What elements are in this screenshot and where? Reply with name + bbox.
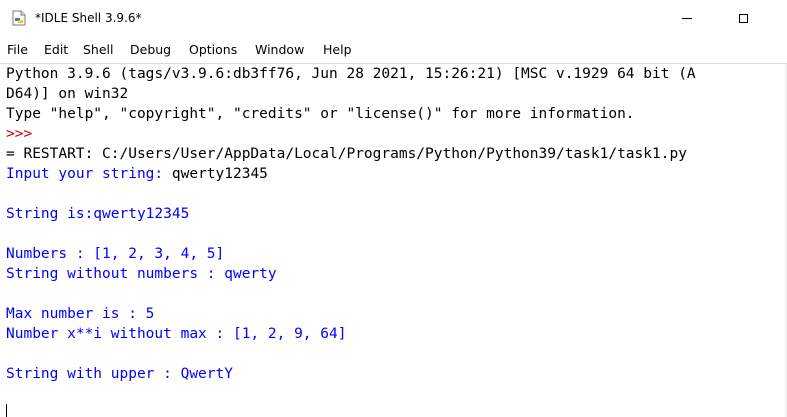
- output-line: String without numbers : qwerty: [6, 266, 277, 282]
- text-cursor: [6, 404, 7, 417]
- banner-line: D64)] on win32: [6, 86, 129, 102]
- menu-file[interactable]: File: [7, 41, 28, 59]
- maximize-button[interactable]: [720, 0, 766, 36]
- shell-prompt: >>>: [6, 126, 33, 142]
- banner-line: Python 3.9.6 (tags/v3.9.6:db3ff76, Jun 2…: [6, 66, 696, 82]
- output-line: String is:qwerty12345: [6, 206, 190, 222]
- maximize-icon: [738, 13, 748, 23]
- menu-window[interactable]: Window: [255, 41, 304, 59]
- menu-options[interactable]: Options: [189, 41, 237, 59]
- output-line: String with upper : QwertY: [6, 366, 233, 382]
- idle-python-feather-icon: [12, 10, 26, 26]
- shell-text-area[interactable]: Python 3.9.6 (tags/v3.9.6:db3ff76, Jun 2…: [0, 63, 787, 417]
- minimize-icon: [682, 18, 692, 19]
- output-line: Numbers : [1, 2, 3, 4, 5]: [6, 246, 225, 262]
- minimize-button[interactable]: [664, 0, 710, 36]
- menu-bar: File Edit Shell Debug Options Window Hel…: [0, 38, 787, 62]
- input-line: Input your string: qwerty12345: [6, 164, 268, 184]
- input-value: qwerty12345: [171, 166, 268, 182]
- menu-shell[interactable]: Shell: [83, 41, 114, 59]
- input-prompt: Input your string:: [6, 166, 172, 182]
- banner-line: Type "help", "copyright", "credits" or "…: [6, 106, 635, 122]
- output-line: Max number is : 5: [6, 306, 155, 322]
- menu-edit[interactable]: Edit: [44, 41, 68, 59]
- window-title: *IDLE Shell 3.9.6*: [35, 11, 142, 25]
- restart-line: = RESTART: C:/Users/User/AppData/Local/P…: [6, 146, 687, 162]
- menu-help[interactable]: Help: [323, 41, 352, 59]
- output-line: Number x**i without max : [1, 2, 9, 64]: [6, 326, 347, 342]
- menu-debug[interactable]: Debug: [130, 41, 171, 59]
- title-bar[interactable]: *IDLE Shell 3.9.6*: [0, 0, 787, 38]
